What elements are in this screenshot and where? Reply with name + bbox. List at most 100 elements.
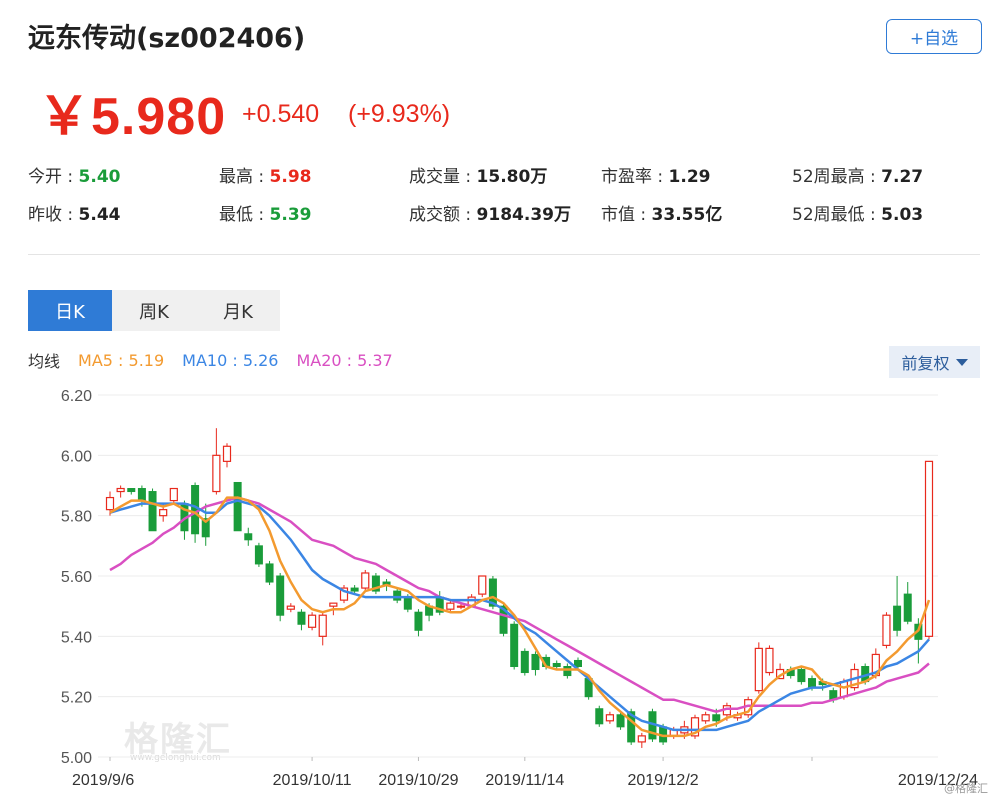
stat-label: 成交量 :: [409, 167, 477, 187]
y-tick-label: 6.00: [61, 448, 92, 465]
candle-body: [903, 593, 912, 622]
kline-period-tabs: 日K 周K 月K: [28, 290, 280, 331]
stat-value: 15.80万: [476, 167, 548, 187]
price-change-percent: (+9.93%): [348, 100, 451, 128]
section-divider: [28, 254, 980, 255]
candle: [595, 705, 604, 727]
x-tick-label: 2019/10/11: [273, 772, 352, 789]
stock-title: 远东传动(sz002406): [28, 23, 306, 54]
stat-52wk-high: 52周最高 : 7.27: [792, 162, 923, 187]
candle: [510, 621, 519, 670]
stat-volume: 成交量 : 15.80万: [409, 162, 547, 187]
candle-body: [510, 623, 519, 667]
stat-low: 最低 : 5.39: [219, 200, 312, 225]
candle-body: [159, 509, 168, 517]
stat-label: 最低 :: [219, 205, 270, 225]
current-price: ￥5.980: [38, 88, 227, 146]
candle-body: [701, 714, 710, 722]
candle-body: [808, 678, 816, 689]
candle-body: [137, 488, 146, 502]
candle: [318, 612, 327, 646]
stat-value: 1.29: [668, 167, 711, 187]
ma5-legend: MA5 : 5.19: [78, 350, 165, 370]
stat-market-cap: 市值 : 33.55亿: [601, 200, 722, 225]
ma20-legend: MA20 : 5.37: [296, 350, 393, 370]
stat-value: 5.44: [78, 205, 121, 225]
candle: [116, 485, 125, 498]
add-to-watchlist-button[interactable]: +自选: [886, 19, 982, 54]
y-tick-label: 5.40: [61, 629, 92, 646]
candle-body: [105, 496, 115, 511]
candle: [531, 651, 540, 676]
candle: [254, 542, 263, 567]
tab-weekly-k[interactable]: 周K: [112, 290, 196, 331]
tab-monthly-k[interactable]: 月K: [196, 290, 280, 331]
candle-body: [393, 590, 402, 601]
candle: [265, 560, 274, 586]
candle: [307, 612, 317, 631]
candle-body: [797, 669, 806, 683]
ma5-line: [109, 496, 931, 738]
y-tick-label: 5.00: [61, 750, 92, 767]
candle-body: [893, 605, 902, 631]
candle: [520, 648, 529, 676]
candle: [797, 666, 806, 685]
candle-body: [712, 714, 721, 722]
candle-body: [297, 611, 306, 625]
candle: [701, 711, 710, 724]
candle-body: [222, 445, 232, 462]
stat-value: 7.27: [881, 167, 924, 187]
candle-body: [276, 575, 285, 616]
candle: [765, 645, 774, 676]
candle-body: [456, 605, 466, 608]
candle-body: [882, 614, 891, 646]
candle: [148, 488, 157, 532]
candle: [903, 582, 912, 625]
candle-body: [595, 708, 604, 725]
stat-value: 5.98: [269, 167, 312, 187]
candle: [233, 481, 242, 532]
kline-chart[interactable]: 6.206.005.805.605.405.205.00 2019/9/6 201…: [0, 380, 1000, 799]
candle-body: [446, 602, 455, 610]
candle-body: [574, 659, 582, 668]
ma-legend-label: 均线: [28, 352, 61, 371]
candle-body: [169, 487, 178, 502]
candle: [212, 428, 221, 495]
candle-body: [478, 575, 487, 595]
candle: [276, 572, 285, 622]
chevron-down-icon: [955, 358, 968, 366]
candle-body: [212, 454, 221, 493]
candle-body: [318, 614, 327, 637]
price-adjust-dropdown[interactable]: 前复权: [889, 346, 980, 378]
candle: [127, 488, 136, 495]
candle-body: [403, 596, 412, 610]
ma20-line: [109, 496, 930, 713]
x-axis-ticks: 2019/9/6 2019/10/11 2019/10/29 2019/11/14 20…: [72, 757, 978, 789]
candle-body: [244, 533, 253, 541]
source-credit: @格隆汇: [944, 782, 988, 795]
x-tick-label: 2019/11/14: [485, 772, 564, 789]
candle: [244, 527, 253, 546]
candle-body: [520, 650, 529, 674]
candle: [361, 569, 370, 592]
y-axis-ticks: 6.20 6.00 5.80 5.60 5.40 5.20 5.00: [61, 388, 92, 767]
tab-daily-k[interactable]: 日K: [28, 290, 112, 331]
candle-body: [127, 488, 136, 493]
candle-body: [552, 662, 561, 668]
candle-body: [414, 611, 423, 631]
candle-body: [350, 587, 359, 592]
candle-body: [307, 614, 317, 628]
candle: [605, 711, 615, 724]
candle: [893, 576, 902, 637]
y-tick-label: 6.20: [61, 388, 92, 405]
candle-body: [265, 563, 274, 583]
candle-body: [286, 605, 295, 610]
candle: [297, 609, 306, 631]
candle-body: [563, 666, 572, 677]
stat-52wk-low: 52周最低 : 5.03: [792, 200, 923, 225]
stat-prev-close: 昨收 : 5.44: [28, 200, 121, 225]
candle-body: [637, 735, 646, 743]
stat-label: 市值 :: [601, 205, 652, 225]
stat-label: 最高 :: [219, 167, 270, 187]
candle-body: [329, 602, 338, 607]
